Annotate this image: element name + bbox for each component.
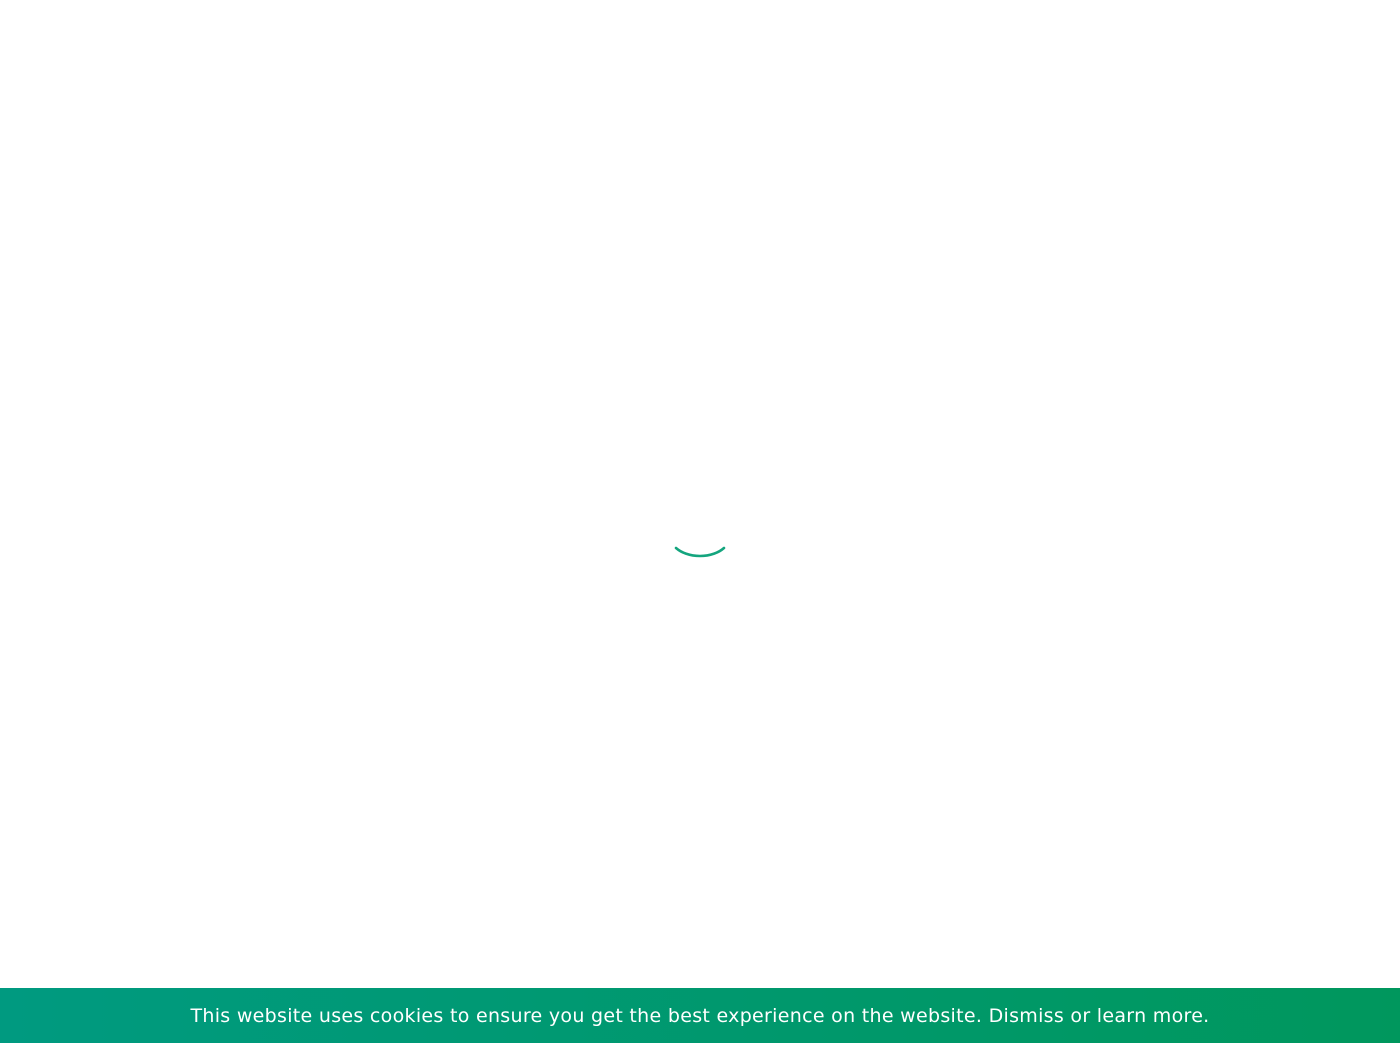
- cookie-or-text: or: [1070, 1004, 1091, 1027]
- cookie-consent-bar: This website uses cookies to ensure you …: [0, 988, 1400, 1043]
- page: This website uses cookies to ensure you …: [0, 0, 1400, 1050]
- loading-spinner-icon: [674, 546, 726, 558]
- learn-more-link[interactable]: learn more.: [1097, 1005, 1210, 1027]
- dismiss-link[interactable]: Dismiss: [989, 1005, 1065, 1027]
- cookie-message: This website uses cookies to ensure you …: [190, 1004, 983, 1027]
